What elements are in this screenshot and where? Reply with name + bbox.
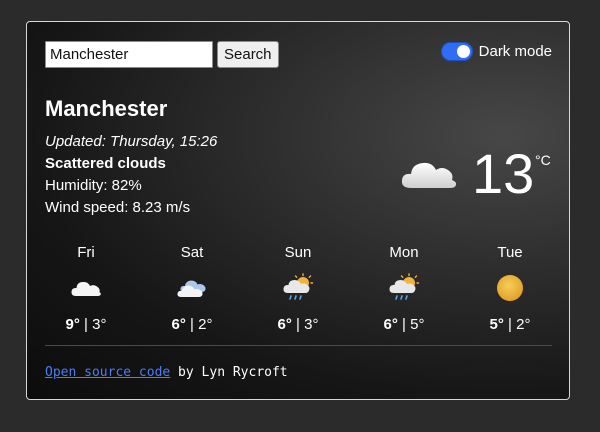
wind-speed: Wind speed: 8.23 m/s: [45, 199, 191, 216]
forecast-low: 3°: [92, 316, 107, 333]
forecast-day: Tue 5° | 2°: [457, 244, 563, 333]
forecast-day-name: Sun: [284, 244, 312, 261]
sun-cloud-rain-icon: [351, 270, 457, 306]
toggle-switch[interactable]: [440, 42, 473, 61]
temperature-unit: °C: [535, 152, 551, 168]
forecast-day: Fri 9° | 3°: [33, 244, 139, 333]
forecast-high: 6°: [277, 316, 292, 333]
forecast-separator: |: [79, 316, 93, 333]
forecast-temps: 6° | 3°: [245, 316, 351, 333]
forecast-separator: |: [291, 316, 305, 333]
forecast-low: 2°: [516, 316, 531, 333]
dark-mode-toggle[interactable]: Dark mode: [440, 42, 552, 61]
footer: Open source code by Lyn Rycroft: [45, 365, 288, 380]
forecast-high: 6°: [171, 316, 186, 333]
author-credit: by Lyn Rycroft: [170, 365, 288, 380]
forecast-temps: 6° | 2°: [139, 316, 245, 333]
forecast-high: 5°: [489, 316, 504, 333]
weather-details: Updated: Thursday, 15:26 Scattered cloud…: [45, 131, 217, 219]
forecast-day-name: Tue: [497, 244, 523, 261]
forecast-separator: |: [185, 316, 199, 333]
sun-icon: [457, 270, 563, 306]
forecast-separator: |: [397, 316, 411, 333]
forecast-temps: 5° | 2°: [457, 316, 563, 333]
city-name: Manchester: [45, 96, 168, 121]
forecast-day: Sat 6° | 2°: [139, 244, 245, 333]
forecast-day: Mon 6° | 5°: [351, 244, 457, 333]
forecast-temps: 9° | 3°: [33, 316, 139, 333]
cloud-icon: [33, 270, 139, 306]
forecast-low: 2°: [198, 316, 213, 333]
humidity: Humidity: 82%: [45, 177, 142, 194]
cloud-icon: [399, 154, 459, 199]
forecast-temps: 6° | 5°: [351, 316, 457, 333]
updated-time: Updated: Thursday, 15:26: [45, 133, 218, 150]
cloud-icon: [139, 270, 245, 306]
source-code-link[interactable]: Open source code: [45, 365, 170, 380]
weather-card: Search Dark mode Manchester Updated: Thu…: [26, 21, 570, 400]
forecast-day-name: Sat: [180, 244, 204, 261]
forecast-low: 3°: [304, 316, 319, 333]
forecast: Fri 9° | 3° Sat 6° | 2° Sun 6° | 3° Mon …: [33, 244, 563, 333]
sun-cloud-rain-icon: [245, 270, 351, 306]
forecast-high: 6°: [383, 316, 398, 333]
toggle-knob: [456, 45, 470, 58]
forecast-separator: |: [503, 316, 517, 333]
forecast-day-name: Fri: [77, 244, 95, 261]
current-weather: 13 °C: [399, 140, 559, 210]
toggle-label: Dark mode: [478, 43, 552, 60]
forecast-low: 5°: [410, 316, 425, 333]
forecast-high: 9°: [65, 316, 80, 333]
divider: [45, 345, 552, 346]
current-temperature: 13: [472, 142, 535, 205]
forecast-day: Sun 6° | 3°: [245, 244, 351, 333]
weather-condition: Scattered clouds: [45, 155, 166, 172]
search-form: Search: [45, 41, 279, 68]
forecast-day-name: Mon: [389, 244, 419, 261]
search-button[interactable]: Search: [217, 41, 279, 68]
search-input[interactable]: [45, 41, 213, 68]
